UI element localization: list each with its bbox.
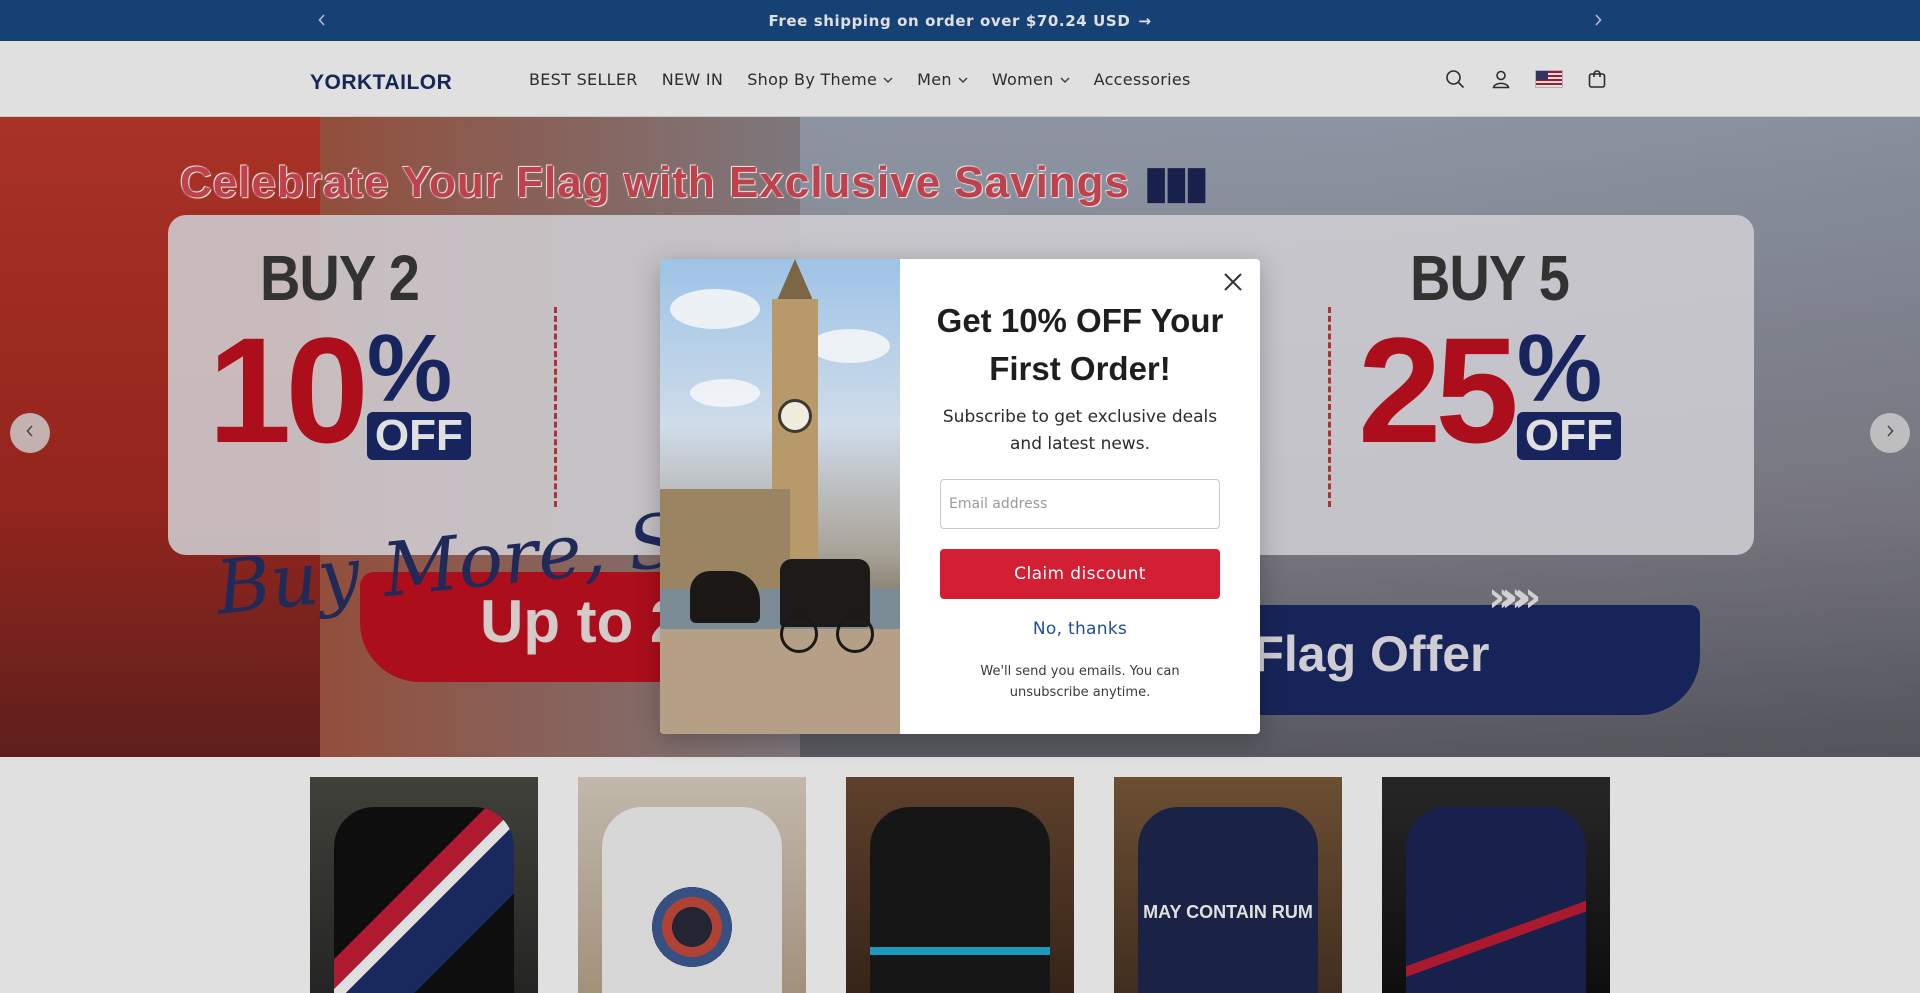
- close-button[interactable]: [1218, 269, 1248, 299]
- email-field[interactable]: [940, 479, 1220, 529]
- popup-body: Get 10% OFF Your First Order! Subscribe …: [900, 259, 1260, 734]
- newsletter-popup: Get 10% OFF Your First Order! Subscribe …: [660, 259, 1260, 734]
- popup-fine-print: We'll send you emails. You can unsubscri…: [980, 664, 1180, 700]
- popup-image-big-ben: [660, 259, 900, 734]
- no-thanks-link[interactable]: No, thanks: [940, 619, 1220, 639]
- close-icon: [1223, 272, 1243, 296]
- claim-discount-button[interactable]: Claim discount: [940, 549, 1220, 599]
- popup-title: Get 10% OFF Your First Order!: [936, 302, 1224, 387]
- popup-subtitle: Subscribe to get exclusive deals and lat…: [942, 407, 1218, 454]
